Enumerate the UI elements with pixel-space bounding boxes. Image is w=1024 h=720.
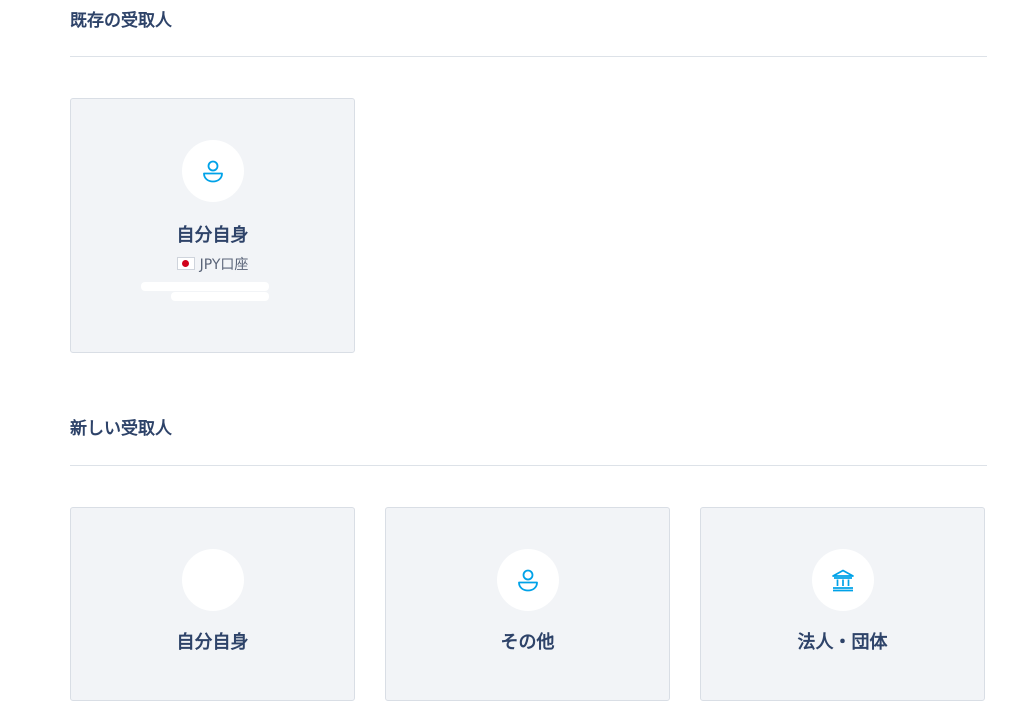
page: 既存の受取人 自分自身 JPY口座 新しい受取人 自分自身 その他 法人・団体 — [0, 0, 1024, 720]
person-icon — [515, 567, 541, 593]
account-currency: JPY口座 — [199, 257, 249, 273]
existing-recipient-card-self[interactable]: 自分自身 JPY口座 — [70, 98, 355, 353]
redaction-mark — [141, 282, 269, 291]
card-title: その他 — [500, 632, 555, 653]
bank-icon — [830, 567, 856, 593]
account-label: JPY口座 — [71, 256, 354, 274]
section-divider — [70, 56, 987, 57]
redaction-mark — [171, 292, 269, 301]
person-icon — [200, 158, 226, 184]
new-recipient-card-self[interactable]: 自分自身 — [70, 507, 355, 701]
new-recipient-card-other[interactable]: その他 — [385, 507, 670, 701]
existing-recipients-title: 既存の受取人 — [70, 11, 172, 31]
section-divider — [70, 465, 987, 466]
new-recipient-card-business[interactable]: 法人・団体 — [700, 507, 985, 701]
card-title: 法人・団体 — [797, 632, 888, 653]
icon-circle — [181, 140, 244, 202]
japan-flag-icon — [176, 257, 195, 270]
card-title: 自分自身 — [176, 225, 249, 246]
icon-circle — [811, 549, 874, 611]
card-title: 自分自身 — [176, 632, 249, 653]
icon-circle — [496, 549, 559, 611]
new-recipients-title: 新しい受取人 — [70, 419, 172, 439]
icon-circle — [181, 549, 244, 611]
